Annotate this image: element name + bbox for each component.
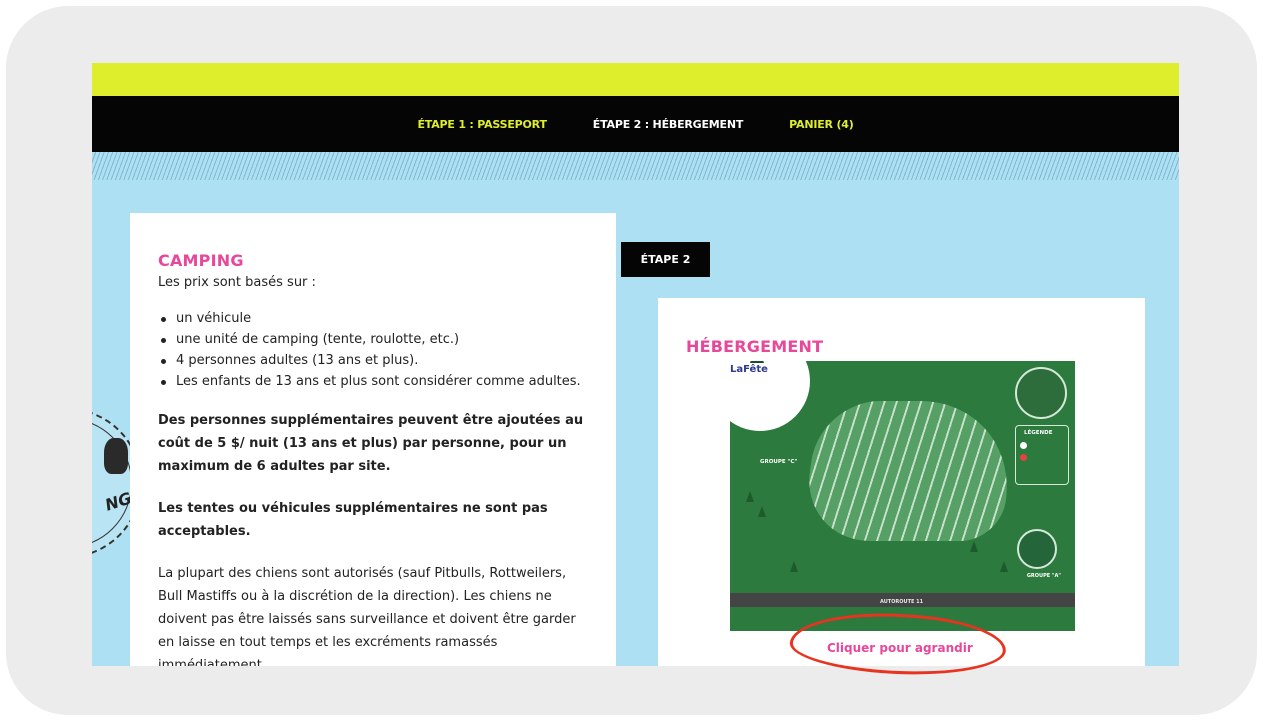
map-group-a-label: GROUPE "A" [1026,573,1061,579]
extra-tents-notice: Les tentes ou véhicules supplémentaires … [158,501,548,539]
list-item: une unité de camping (tente, roulotte, e… [161,329,588,350]
logo-tree-icon [750,361,764,363]
logo-text: LaFête [730,364,768,375]
beaver-icon [104,438,128,474]
lafete-logo: LaFête [730,361,810,431]
extra-people-notice: Des personnes supplémentaires peuvent êt… [158,413,584,474]
tree-icon [758,506,766,517]
list-item: Les enfants de 13 ans et plus sont consi… [161,371,588,392]
map-group-c-label: GROUPE "C" [760,459,798,465]
nav-step2-hebergement[interactable]: ÉTAPE 2 : HÉBERGEMENT [593,118,744,131]
camping-title: CAMPING [158,251,244,270]
tree-icon [970,541,978,552]
legend-title: LÉGENDE [1024,430,1053,436]
map-campsite-rows [800,401,1020,541]
tree-icon [790,561,798,572]
website: ÉTAPE 1 : PASSEPORT ÉTAPE 2 : HÉBERGEMEN… [92,63,1179,666]
camping-intro: Les prix sont basés sur : [158,275,316,290]
first-aid-icon [1020,454,1027,461]
list-item: 4 personnes adultes (13 ans et plus). [161,350,588,371]
main-nav: ÉTAPE 1 : PASSEPORT ÉTAPE 2 : HÉBERGEMEN… [92,96,1179,152]
hebergement-title: HÉBERGEMENT [686,337,824,356]
map-legend: LÉGENDE [1015,425,1069,485]
tree-icon [746,491,754,502]
tree-icon [1000,561,1008,572]
map-emblem [1015,367,1067,419]
campground-map-image[interactable]: LaFête LÉGENDE GROUPE "C" GROUPE "A" AUT… [730,361,1075,631]
top-yellow-bar [92,63,1179,96]
screenshot-frame: ÉTAPE 1 : PASSEPORT ÉTAPE 2 : HÉBERGEMEN… [6,6,1257,715]
camping-bullet-list: un véhicule une unité de camping (tente,… [158,308,588,392]
map-highway-label: AUTOROUTE 11 [880,599,924,605]
camping-card: CAMPING Les prix sont basés sur : un véh… [130,213,616,666]
legend-marker-icon [1020,442,1027,449]
hebergement-card: HÉBERGEMENT LaFête LÉGENDE GROUPE "C" GR… [658,298,1145,666]
step-badge: ÉTAPE 2 [621,242,710,277]
tent-icon [1017,529,1057,569]
nav-step1-passeport[interactable]: ÉTAPE 1 : PASSEPORT [417,118,547,131]
hatched-divider [92,152,1179,180]
nav-cart[interactable]: PANIER (4) [789,118,854,131]
dogs-policy: La plupart des chiens sont autorisés (sa… [158,566,576,666]
list-item: un véhicule [161,308,588,329]
